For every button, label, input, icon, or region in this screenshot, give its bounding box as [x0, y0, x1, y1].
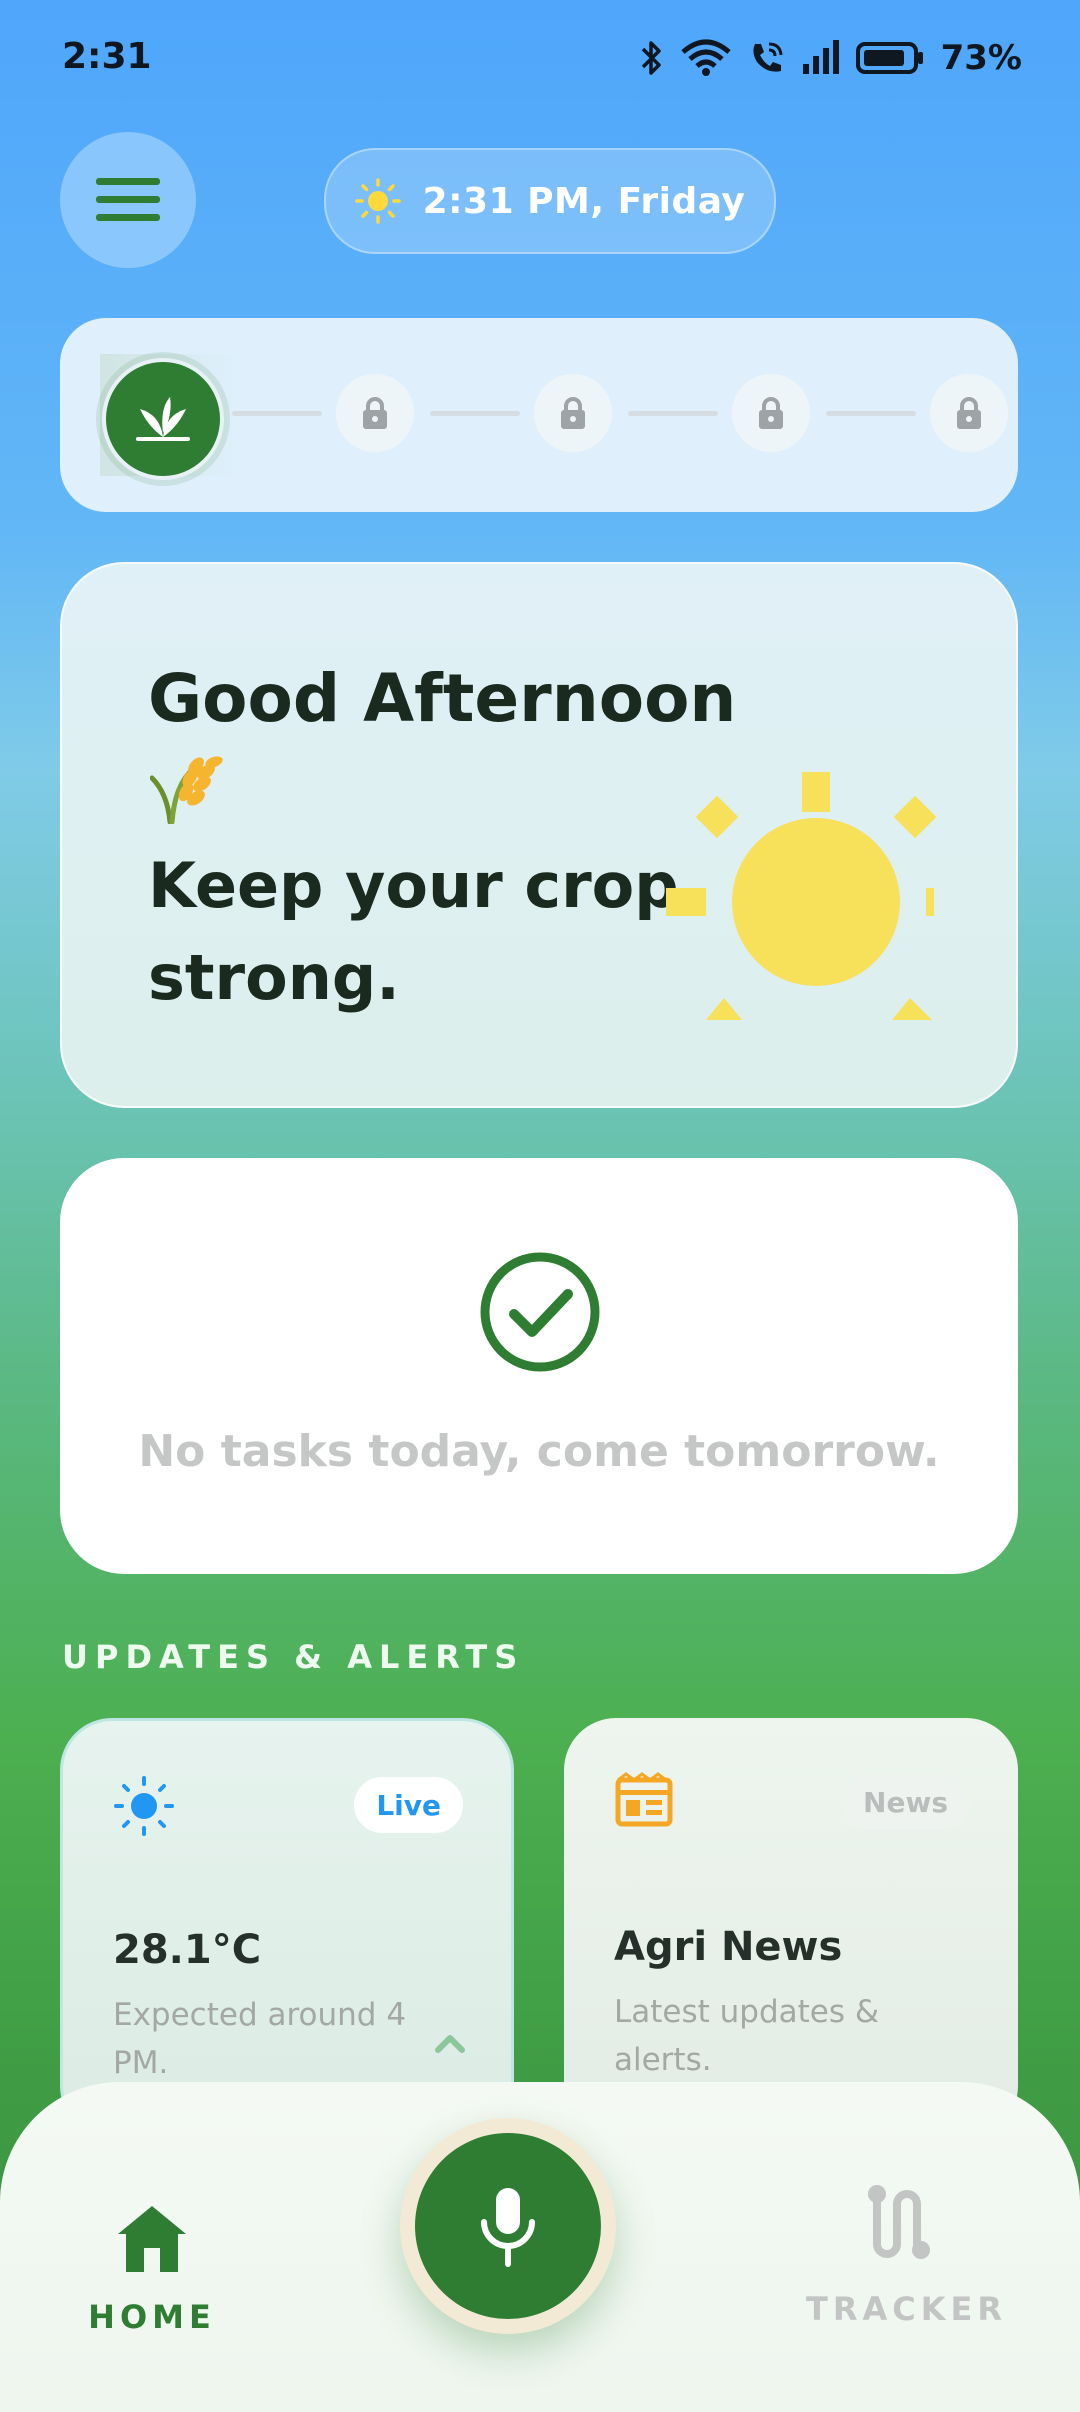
- chevron-up-icon[interactable]: [428, 2028, 472, 2058]
- microphone-icon: [481, 2188, 535, 2267]
- bluetooth-icon: [641, 41, 661, 75]
- live-badge: Live: [354, 1777, 463, 1833]
- sun-icon: [114, 1776, 174, 1836]
- route-icon: [868, 2185, 930, 2259]
- stage-step-locked[interactable]: [336, 374, 414, 452]
- stage-step-locked[interactable]: [930, 374, 1008, 452]
- stage-step-locked[interactable]: [534, 374, 612, 452]
- mic-button-inner: [415, 2133, 601, 2319]
- menu-button[interactable]: [60, 132, 196, 268]
- lock-icon: [759, 397, 783, 429]
- lock-icon: [363, 397, 387, 429]
- tasks-card: No tasks today, come tomorrow.: [60, 1158, 1018, 1574]
- check-circle-icon: [480, 1252, 600, 1372]
- news-title: Agri News: [614, 1924, 843, 1970]
- step-connector: [826, 411, 916, 416]
- weather-description: Expected around 4 PM.: [113, 1997, 407, 2081]
- step-connector: [430, 411, 520, 416]
- greeting-subtitle: Keep your crop strong.: [148, 849, 679, 1014]
- lock-icon: [561, 397, 585, 429]
- battery-percent: 73%: [940, 38, 1022, 78]
- stage-step-active[interactable]: [102, 358, 224, 480]
- tasks-empty-message: No tasks today, come tomorrow.: [138, 1426, 940, 1477]
- rice-plant-icon: [149, 750, 226, 828]
- news-description: Latest updates & alerts.: [614, 1994, 880, 2078]
- status-time: 2:31: [62, 36, 152, 77]
- sprout-icon: [136, 397, 190, 441]
- nav-home-label: HOME: [88, 2298, 216, 2336]
- home-icon: [118, 2206, 186, 2272]
- sun-icon: [354, 178, 401, 224]
- signal-icon: [802, 40, 839, 74]
- step-connector: [232, 411, 322, 416]
- stage-progress-card: [60, 318, 1018, 512]
- stage-step-locked[interactable]: [732, 374, 810, 452]
- bottom-navigation: HOME TRACKER: [0, 2082, 1080, 2412]
- news-badge: News: [841, 1774, 970, 1830]
- updates-section-title: UPDATES & ALERTS: [62, 1638, 525, 1676]
- step-connector: [628, 411, 718, 416]
- nav-tracker-label: TRACKER: [806, 2290, 1008, 2328]
- weather-temperature: 28.1°C: [113, 1927, 262, 1973]
- news-update-card[interactable]: News Agri News Latest updates & alerts.: [564, 1718, 1018, 2138]
- lock-icon: [957, 397, 981, 429]
- sun-illustration: [666, 772, 937, 1020]
- wifi-call-icon: [753, 42, 783, 72]
- newspaper-icon: [615, 1772, 673, 1827]
- nav-home[interactable]: HOME: [72, 2202, 232, 2336]
- battery-icon: [855, 42, 923, 74]
- wifi-icon: [680, 39, 731, 76]
- status-icons: 73%: [639, 38, 1022, 78]
- nav-tracker[interactable]: TRACKER: [806, 2182, 1008, 2328]
- greeting-title: Good Afternoon: [148, 660, 737, 737]
- datetime-pill: 2:31 PM, Friday: [324, 148, 776, 254]
- voice-assistant-button[interactable]: [400, 2118, 616, 2334]
- menu-icon: [96, 178, 160, 221]
- datetime-text: 2:31 PM, Friday: [422, 180, 746, 222]
- greeting-card: Good Afternoon Keep your crop strong.: [60, 562, 1018, 1108]
- weather-update-card[interactable]: Live 28.1°C Expected around 4 PM.: [60, 1718, 514, 2138]
